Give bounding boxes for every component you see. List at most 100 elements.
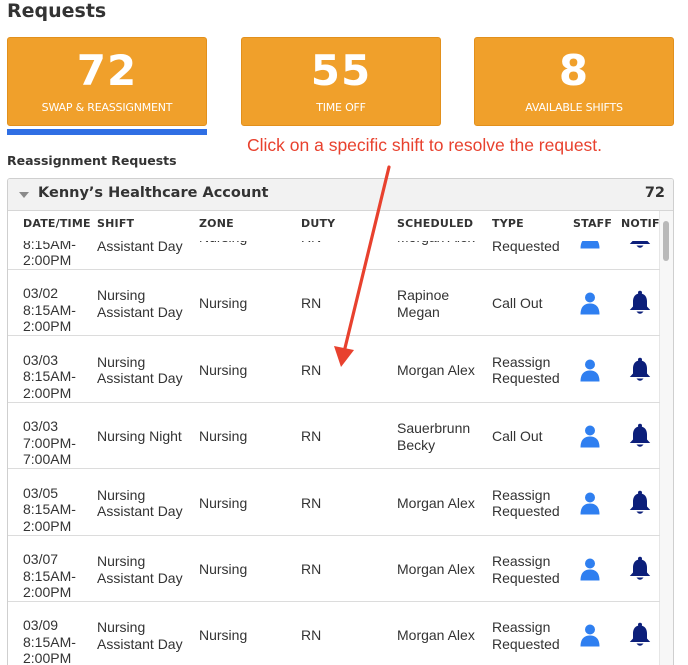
shift-line-1: Nursing — [97, 619, 146, 636]
person-icon[interactable] — [580, 291, 600, 315]
time-start-text: 8:15AM- — [23, 241, 76, 252]
bell-icon[interactable] — [628, 556, 652, 582]
col-header-scheduled[interactable]: SCHEDULED — [397, 217, 473, 230]
table-row[interactable]: 03/05 8:15AM- 2:00PM Nursing Assistant Day Nu… — [8, 470, 660, 536]
person-icon[interactable] — [580, 623, 600, 647]
time-end-text: 2:00PM — [23, 384, 72, 401]
scheduled-line-1: Morgan Alex — [397, 361, 475, 378]
active-tab-indicator — [7, 129, 207, 135]
col-header-date[interactable]: DATE/TIME — [23, 217, 91, 230]
person-icon[interactable] — [580, 241, 600, 249]
person-icon[interactable] — [580, 491, 600, 515]
time-end-text: 2:00PM — [23, 252, 72, 268]
col-header-shift[interactable]: SHIFT — [97, 217, 134, 230]
type-line-1: Reassign — [492, 619, 551, 636]
type-cell: Call Out — [492, 295, 572, 312]
swap-reassignment-card[interactable]: 72 SWAP & REASSIGNMENT — [7, 37, 207, 126]
person-icon[interactable] — [580, 358, 600, 382]
account-header[interactable]: Kenny’s Healthcare Account 72 — [8, 179, 673, 211]
bell-icon[interactable] — [628, 357, 652, 383]
account-name: Kenny’s Healthcare Account — [38, 185, 269, 201]
time-off-card[interactable]: 55 TIME OFF — [241, 37, 441, 126]
type-cell: ReassignRequested — [492, 487, 572, 520]
bell-icon[interactable] — [628, 241, 652, 250]
type-line-2: Requested — [492, 635, 560, 652]
date-text: 03/02 — [23, 285, 59, 302]
shift-line-2: Assistant Day — [97, 370, 183, 387]
shift-line-2: Assistant Day — [97, 303, 183, 320]
scheduled-line-1: Sauerbrunn — [397, 420, 471, 437]
scrollbar-thumb[interactable] — [663, 221, 669, 261]
annotation-text: Click on a specific shift to resolve the… — [247, 135, 603, 155]
bell-icon[interactable] — [628, 622, 652, 648]
zone-cell: Nursing — [199, 494, 248, 511]
type-line-1: Reassign — [492, 353, 551, 370]
type-line-1: Call Out — [492, 295, 543, 312]
table-row[interactable]: 03/028:15AM-2:00PM NursingAssistant DayNu… — [8, 241, 660, 270]
shift-cell: NursingAssistant Day — [97, 241, 197, 254]
bell-icon[interactable] — [628, 290, 652, 316]
card-count: 72 — [76, 46, 138, 95]
table-row[interactable]: 03/03 8:15AM- 2:00PM Nursing Assistant Day Nu… — [8, 337, 660, 403]
card-count: 8 — [558, 46, 590, 95]
scheduled-line-2: Megan — [397, 303, 440, 320]
caret-down-icon[interactable] — [19, 192, 29, 198]
person-icon[interactable] — [580, 424, 600, 448]
table-row[interactable]: 03/03 7:00PM- 7:00AM Nursing Night Nursing RN… — [8, 403, 660, 470]
person-icon[interactable] — [580, 557, 600, 581]
type-cell: Call Out — [492, 428, 572, 445]
time-start-text: 8:15AM- — [23, 567, 76, 584]
col-header-staff[interactable]: STAFF — [573, 217, 612, 230]
table-row[interactable]: 03/09 8:15AM- 2:00PM Nursing Assistant Day Nu… — [8, 602, 660, 665]
card-label: AVAILABLE SHIFTS — [525, 101, 623, 114]
time-start-text: 8:15AM- — [23, 501, 76, 518]
shift-cell: Nursing Night — [97, 428, 197, 445]
zone-cell: Nursing — [199, 241, 247, 246]
col-header-zone[interactable]: ZONE — [199, 217, 234, 230]
scheduled-line-1: Morgan Alex — [397, 561, 475, 577]
shift-line-1: Nursing — [97, 287, 146, 304]
time-start-text: 8:15AM- — [23, 301, 76, 318]
available-shifts-card[interactable]: 8 AVAILABLE SHIFTS — [474, 37, 674, 126]
date-time-cell: 03/03 8:15AM- 2:00PM — [23, 352, 93, 402]
shift-line-1: Nursing — [97, 486, 146, 503]
col-header-type[interactable]: TYPE — [492, 217, 524, 230]
section-label: Reassignment Requests — [7, 153, 177, 168]
col-header-duty[interactable]: DUTY — [301, 217, 335, 230]
duty-cell: RN — [301, 428, 322, 445]
scheduled-cell: Morgan Alex — [397, 362, 487, 379]
duty-cell: RN — [301, 361, 322, 378]
table-row[interactable]: 03/07 8:15AM- 2:00PM Nursing Assistant Day Nu… — [8, 536, 660, 602]
shift-line-2: Assistant Day — [97, 635, 183, 652]
scheduled-cell: Morgan Alex — [397, 495, 487, 512]
duty-cell: RN — [301, 494, 322, 511]
shift-line-2: Assistant Day — [97, 503, 183, 520]
date-time-cell: 03/09 8:15AM- 2:00PM — [23, 617, 93, 665]
date-text: 03/03 — [23, 418, 59, 435]
date-time-cell: 03/028:15AM-2:00PM — [23, 285, 93, 335]
shift-cell: NursingAssistant Day — [97, 354, 197, 387]
date-time-cell: 03/028:15AM-2:00PM — [23, 241, 93, 269]
time-end-text: 7:00AM — [23, 451, 72, 468]
date-time-cell: 03/05 8:15AM- 2:00PM — [23, 485, 93, 535]
type-line-1: Reassign — [492, 486, 551, 503]
scrollbar-track[interactable] — [659, 211, 673, 665]
type-cell: ReassignRequested — [492, 553, 572, 586]
shift-line-1: Nursing — [97, 353, 146, 370]
zone-cell: Nursing — [199, 295, 248, 312]
date-text: 03/09 — [23, 617, 59, 634]
time-end-text: 2:00PM — [23, 650, 72, 665]
type-line-1: Call Out — [492, 428, 543, 445]
table-row[interactable]: 03/028:15AM-2:00PMNursingAssistant DayNu… — [8, 270, 660, 337]
time-start-text: 7:00PM- — [23, 434, 76, 451]
duty-cell: RN — [301, 561, 322, 577]
scheduled-cell: Morgan Alex — [397, 561, 487, 578]
type-line-2: Requested — [492, 569, 560, 586]
date-text: 03/03 — [23, 351, 59, 368]
bell-icon[interactable] — [628, 490, 652, 516]
type-cell: ReassignRequested — [492, 619, 572, 652]
type-cell: ReassignRequested — [492, 241, 572, 254]
bell-icon[interactable] — [628, 423, 652, 449]
shift-cell: NursingAssistant Day — [97, 287, 197, 320]
shift-cell: NursingAssistant Day — [97, 619, 197, 652]
